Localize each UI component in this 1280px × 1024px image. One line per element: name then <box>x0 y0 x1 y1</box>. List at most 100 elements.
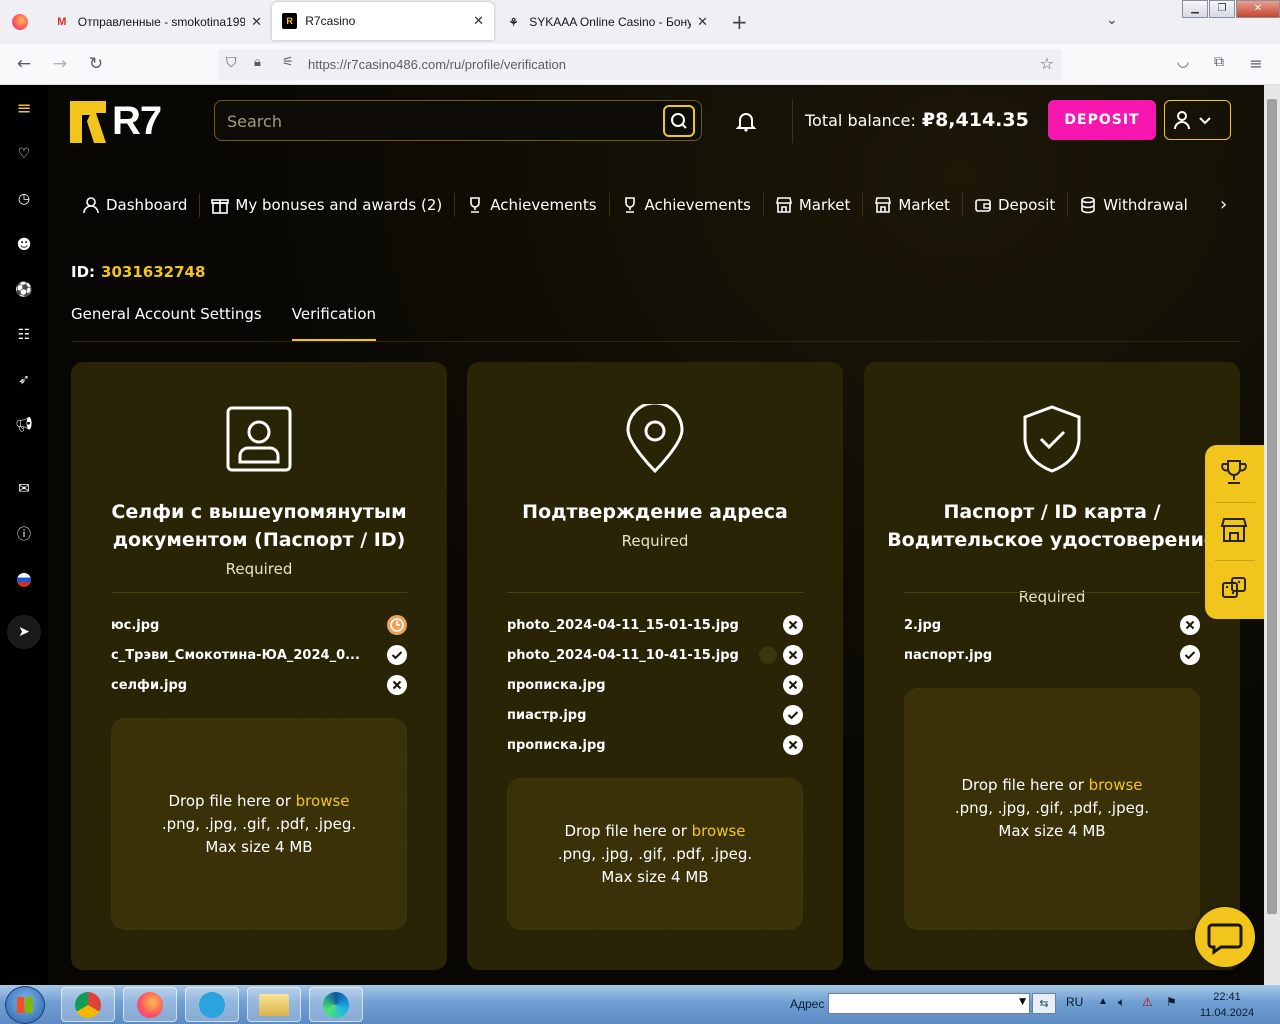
info-icon[interactable] <box>759 646 777 664</box>
file-name: прописка.jpg <box>507 677 606 693</box>
volume-icon[interactable]: 🔈︎ <box>1118 995 1125 1010</box>
rejected-cross-icon <box>783 735 803 755</box>
search-button[interactable] <box>663 105 695 137</box>
language-indicator[interactable]: RU <box>1066 995 1083 1009</box>
file-dropzone[interactable]: Drop file here or browse .png, .jpg, .gi… <box>507 778 803 930</box>
permissions-icon[interactable]: ⚟ <box>282 55 294 70</box>
action-center-icon[interactable]: ⚑ <box>1166 995 1177 1009</box>
account-id: ID: 3031632748 <box>71 263 205 281</box>
reload-icon[interactable]: ↻ <box>85 54 107 74</box>
taskbar-edge[interactable] <box>309 987 363 1022</box>
bell-icon[interactable] <box>734 109 758 133</box>
info-icon[interactable]: ⓘ <box>14 525 34 545</box>
taskbar-telegram[interactable] <box>185 987 239 1022</box>
support-chat-button[interactable] <box>1195 907 1255 967</box>
heart-icon[interactable]: ♡ <box>14 144 34 164</box>
close-tab-icon[interactable]: ✕ <box>473 13 484 29</box>
rocket-icon[interactable]: ➶ <box>14 370 34 390</box>
nav-dashboard[interactable]: Dashboard <box>70 183 199 227</box>
windows-logo-icon <box>17 997 33 1013</box>
tab-verification[interactable]: Verification <box>291 305 377 342</box>
address-toolbar-input[interactable]: ▼ <box>828 993 1030 1014</box>
minimize-icon[interactable]: ▁ <box>1182 0 1208 18</box>
nav-market-2[interactable]: Market <box>862 183 962 227</box>
taskbar-firefox[interactable] <box>123 987 177 1022</box>
tab-gmail[interactable]: M Отправленные - smokotina199 ✕ <box>44 0 272 44</box>
new-tab-icon[interactable]: + <box>731 10 748 34</box>
mail-icon[interactable]: ✉ <box>14 479 34 499</box>
telegram-icon[interactable]: ➤ <box>7 615 41 649</box>
close-tab-icon[interactable]: ✕ <box>251 14 262 30</box>
browse-link[interactable]: browse <box>296 792 350 810</box>
nav-scroll-right-icon[interactable]: › <box>1220 194 1227 215</box>
user-menu-button[interactable] <box>1164 100 1231 140</box>
scrollbar-thumb[interactable] <box>1267 99 1277 914</box>
id-label: ID: <box>71 263 96 281</box>
nav-withdrawal[interactable]: Withdrawal <box>1067 183 1200 227</box>
rejected-cross-icon <box>1180 615 1200 635</box>
nav-bonuses[interactable]: My bonuses and awards (2) <box>199 183 454 227</box>
shield-icon[interactable]: ⛉ <box>226 55 237 71</box>
search-input[interactable] <box>227 110 647 132</box>
leaderboard-icon[interactable]: ☷ <box>14 325 34 345</box>
folder-icon <box>259 993 289 1016</box>
file-dropzone[interactable]: Drop file here or browse .png, .jpg, .gi… <box>904 688 1200 930</box>
file-dropzone[interactable]: Drop file here or browse .png, .jpg, .gi… <box>111 718 407 930</box>
url-text[interactable]: https://r7casino486.com/ru/profile/verif… <box>308 57 566 72</box>
dice-icon[interactable] <box>1219 573 1249 603</box>
megaphone-icon[interactable]: 📢︎ <box>14 415 34 435</box>
tab-general-settings[interactable]: General Account Settings <box>71 305 262 342</box>
pocket-icon[interactable]: ◡ <box>1172 54 1194 70</box>
clock-icon[interactable]: ◷ <box>14 189 34 209</box>
r7-logo[interactable]: R7 <box>70 99 162 144</box>
address-go-button[interactable]: ⇆ <box>1032 993 1056 1014</box>
telegram-icon <box>199 991 225 1018</box>
chrome-icon <box>75 991 101 1018</box>
page-scrollbar[interactable] <box>1264 85 1280 985</box>
network-alert-icon[interactable]: ⚠︎ <box>1142 995 1153 1009</box>
firefox-icon <box>137 991 163 1018</box>
live-casino-icon[interactable]: ☻ <box>14 235 34 255</box>
start-button[interactable] <box>5 986 45 1024</box>
nav-achievements[interactable]: Achievements <box>454 183 608 227</box>
back-icon[interactable]: ← <box>13 54 35 74</box>
taskbar-explorer[interactable] <box>247 987 301 1022</box>
taskbar-chrome[interactable] <box>61 987 115 1022</box>
left-sidebar: ≡ ♡ ◷ ☻ ⚽ ☷ ➶ 📢︎ ✉ ⓘ ➤ <box>0 85 48 985</box>
card-divider <box>111 592 407 593</box>
deposit-button[interactable]: DEPOSIT <box>1048 100 1156 140</box>
tab-r7casino[interactable]: R R7casino ✕ <box>272 2 494 40</box>
gift-icon <box>211 199 230 214</box>
expand-menu-icon[interactable]: ≡ <box>14 99 34 119</box>
tab-list-chevron-icon[interactable]: ⌄ <box>1106 12 1118 28</box>
store-icon[interactable] <box>1219 515 1249 545</box>
rejected-cross-icon <box>783 675 803 695</box>
nav-deposit[interactable]: Deposit <box>961 183 1067 227</box>
nav-achievements-2[interactable]: Achievements <box>608 183 763 227</box>
lock-icon[interactable]: 🔒︎ <box>254 55 261 70</box>
trophy-icon[interactable] <box>1219 457 1249 487</box>
language-flag-icon[interactable] <box>14 570 34 590</box>
close-tab-icon[interactable]: ✕ <box>697 14 708 30</box>
extensions-icon[interactable]: ⧉ <box>1208 54 1230 70</box>
nav-market[interactable]: Market <box>762 183 863 227</box>
maximize-icon[interactable]: ❐ <box>1209 0 1235 18</box>
browse-link[interactable]: browse <box>692 822 746 840</box>
window-close-icon[interactable]: ✕ <box>1236 0 1280 18</box>
system-clock[interactable]: 22:41 11.04.2024 <box>1192 989 1262 1021</box>
sports-icon[interactable]: ⚽ <box>14 280 34 300</box>
file-name: прописка.jpg <box>507 737 606 753</box>
firefox-menu-icon[interactable] <box>12 14 28 30</box>
card-title: Паспорт / ID карта / Водительское удосто… <box>887 501 1217 551</box>
allowed-formats: .png, .jpg, .gif, .pdf, .jpeg. <box>161 815 357 833</box>
tab-sykaaa[interactable]: ⚘ SYKAAA Online Casino - Бонус ✕ <box>496 0 718 44</box>
url-bar[interactable]: ⛉ 🔒︎ ⚟ https://r7casino486.com/ru/profil… <box>218 49 1062 80</box>
bookmark-star-icon[interactable]: ☆ <box>1040 54 1054 73</box>
settings-tabs: General Account Settings Verification <box>71 305 406 342</box>
forward-icon[interactable]: → <box>49 54 71 74</box>
dropdown-arrow-icon[interactable]: ▼ <box>1019 997 1026 1007</box>
browse-link[interactable]: browse <box>1089 776 1143 794</box>
menu-icon[interactable]: ≡ <box>1245 54 1267 73</box>
tray-expand-icon[interactable]: ▲ <box>1098 996 1108 1007</box>
coins-icon <box>1081 196 1096 214</box>
